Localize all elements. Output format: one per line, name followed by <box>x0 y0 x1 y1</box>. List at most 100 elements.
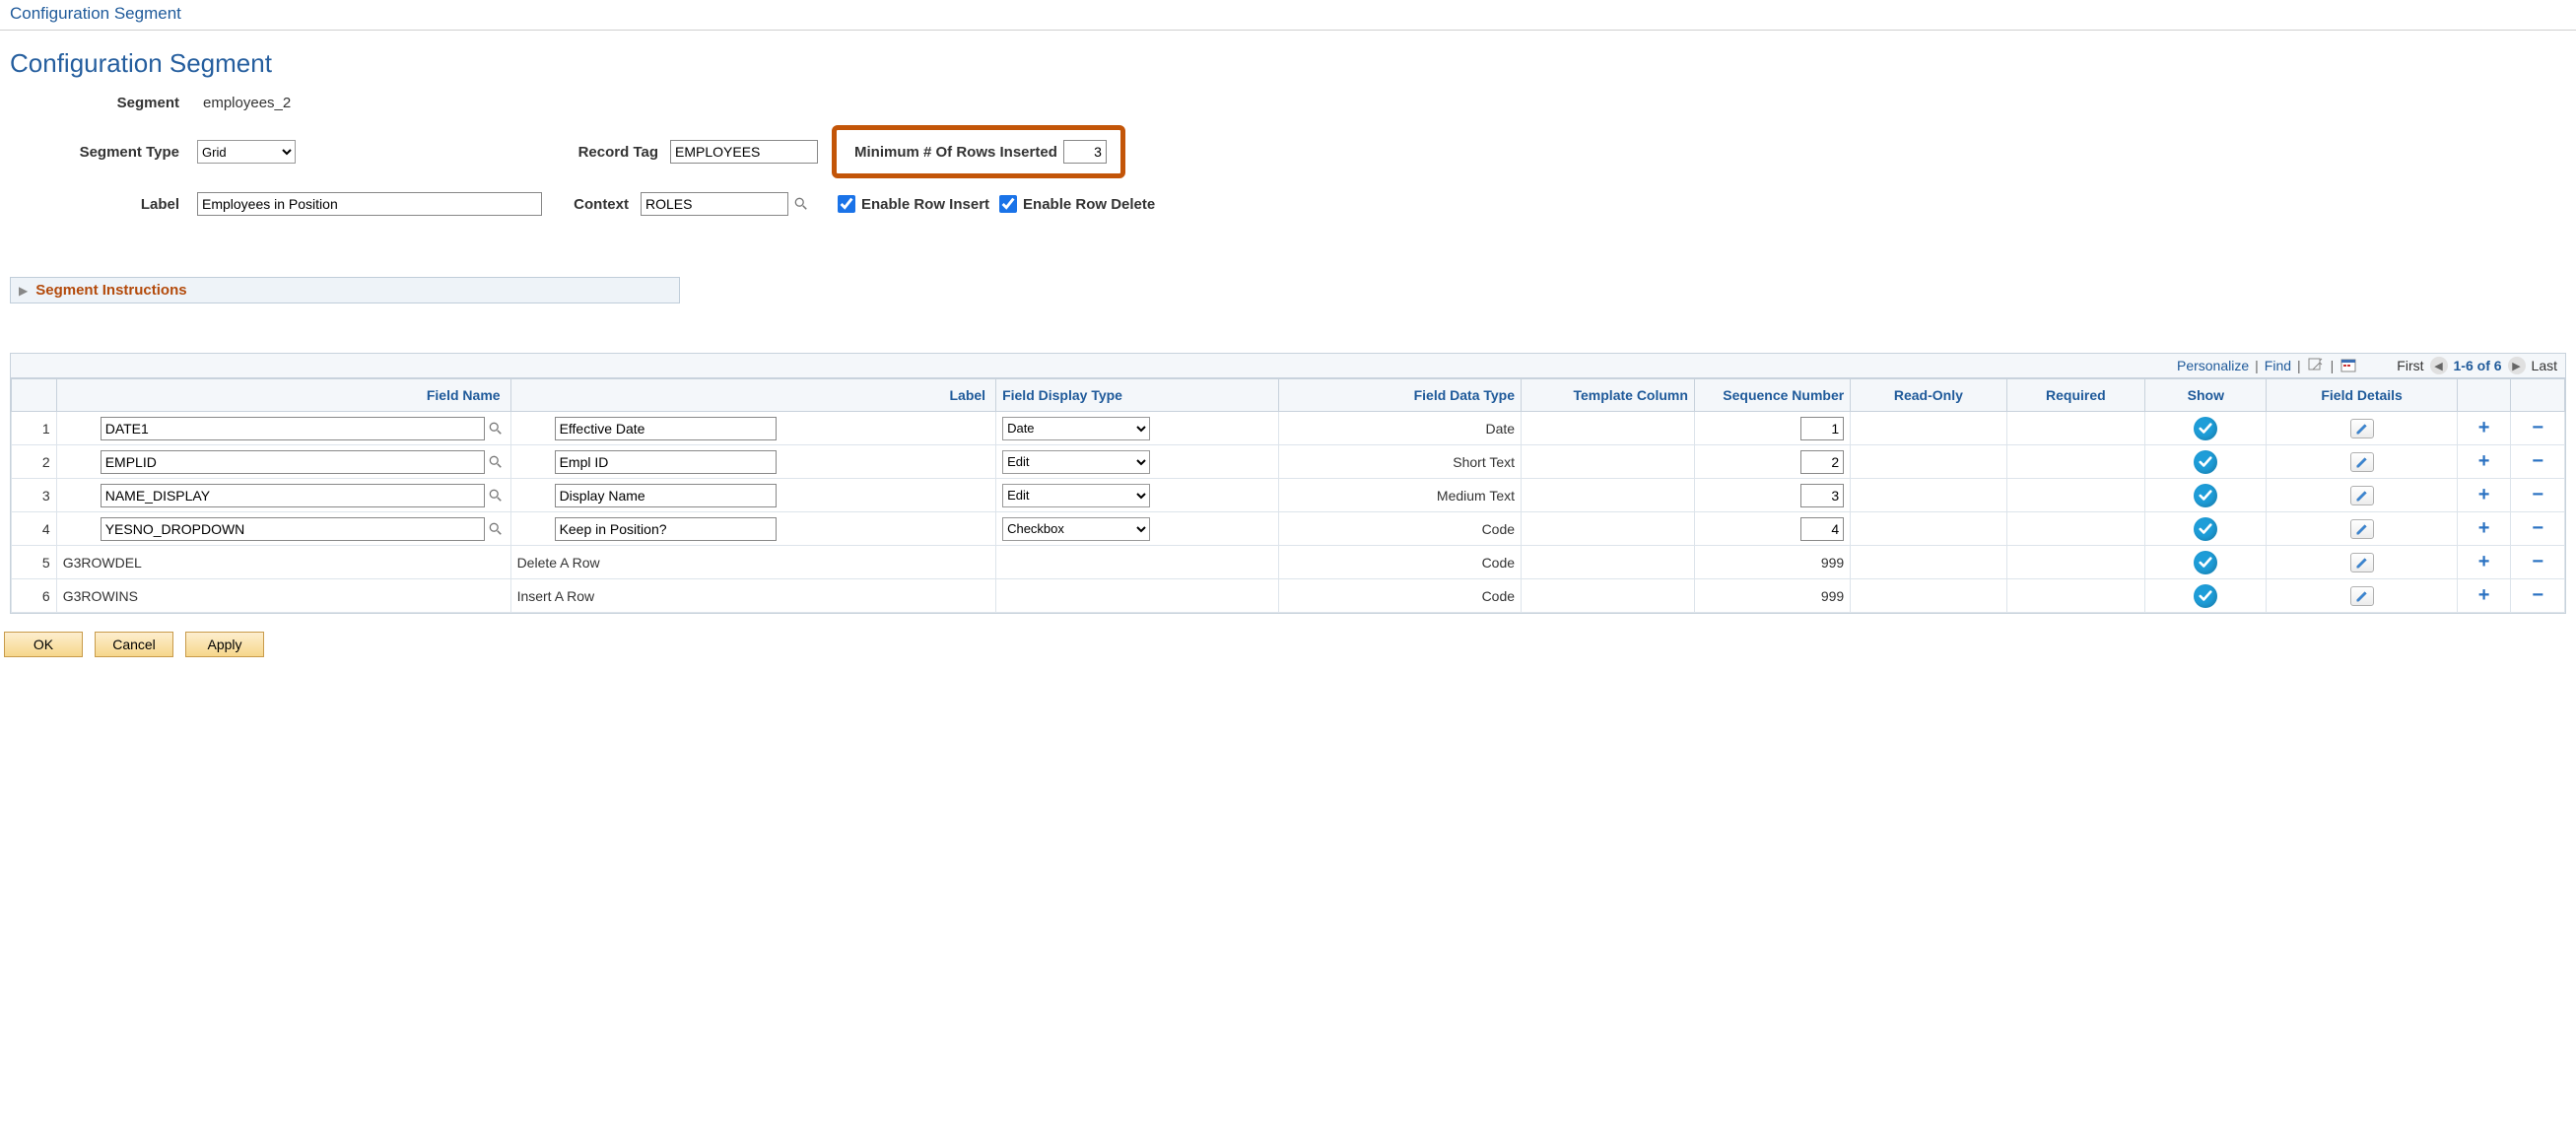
show-check-icon[interactable] <box>2194 484 2217 507</box>
row-number: 5 <box>12 546 57 579</box>
col-header-sequence[interactable]: Sequence Number <box>1694 379 1850 412</box>
sequence-input[interactable] <box>1800 517 1844 541</box>
row-label-input[interactable] <box>555 450 777 474</box>
enable-row-delete-wrap[interactable]: Enable Row Delete <box>995 192 1155 216</box>
row-label-input[interactable] <box>555 517 777 541</box>
add-row-button[interactable]: + <box>2475 420 2493 437</box>
field-details-button[interactable] <box>2350 486 2374 505</box>
row-label-input[interactable] <box>555 417 777 440</box>
sequence-input[interactable] <box>1800 417 1844 440</box>
add-row-cell: + <box>2457 546 2511 579</box>
show-check-icon[interactable] <box>2194 450 2217 474</box>
field-details-button[interactable] <box>2350 553 2374 572</box>
record-tag-input[interactable] <box>670 140 818 164</box>
field-name-lookup-icon[interactable] <box>487 419 505 438</box>
sequence-input[interactable] <box>1800 450 1844 474</box>
context-lookup-icon[interactable] <box>792 194 810 214</box>
add-row-button[interactable]: + <box>2475 487 2493 504</box>
page-title: Configuration Segment <box>0 31 2576 89</box>
context-input[interactable] <box>641 192 788 216</box>
field-name-cell <box>56 412 510 445</box>
first-label[interactable]: First <box>2397 358 2423 373</box>
delete-row-button[interactable]: − <box>2529 587 2546 605</box>
col-header-field-name[interactable]: Field Name <box>56 379 510 412</box>
row-label-input[interactable] <box>555 484 777 507</box>
add-row-button[interactable]: + <box>2475 453 2493 471</box>
template-column-cell <box>1522 445 1695 479</box>
template-column-cell <box>1522 412 1695 445</box>
field-details-button[interactable] <box>2350 586 2374 606</box>
col-header-label[interactable]: Label <box>510 379 996 412</box>
field-name-lookup-icon[interactable] <box>487 519 505 539</box>
field-name-lookup-icon[interactable] <box>487 486 505 505</box>
col-header-readonly[interactable]: Read-Only <box>1851 379 2006 412</box>
col-header-data-type[interactable]: Field Data Type <box>1278 379 1521 412</box>
field-details-button[interactable] <box>2350 452 2374 472</box>
find-link[interactable]: Find <box>2265 358 2291 373</box>
next-arrow-icon[interactable]: ▶ <box>2508 357 2526 374</box>
min-rows-input[interactable] <box>1063 140 1107 164</box>
field-name-cell: G3ROWDEL <box>56 546 510 579</box>
prev-arrow-icon[interactable]: ◀ <box>2430 357 2448 374</box>
col-header-template-column[interactable]: Template Column <box>1522 379 1695 412</box>
sequence-cell: 999 <box>1694 546 1850 579</box>
col-header-required[interactable]: Required <box>2006 379 2145 412</box>
show-check-icon[interactable] <box>2194 584 2217 608</box>
show-cell <box>2145 445 2267 479</box>
add-row-button[interactable]: + <box>2475 587 2493 605</box>
template-column-cell <box>1522 479 1695 512</box>
personalize-link[interactable]: Personalize <box>2177 358 2249 373</box>
delete-row-button[interactable]: − <box>2529 487 2546 504</box>
add-row-button[interactable]: + <box>2475 520 2493 538</box>
delete-row-button[interactable]: − <box>2529 520 2546 538</box>
segment-type-select[interactable]: Grid <box>197 140 296 164</box>
last-label[interactable]: Last <box>2532 358 2557 373</box>
cancel-button[interactable]: Cancel <box>95 632 173 657</box>
segment-instructions-collapse[interactable]: ▶ Segment Instructions <box>10 277 680 303</box>
enable-row-delete-checkbox[interactable] <box>999 195 1017 213</box>
label-cell: Insert A Row <box>510 579 996 613</box>
display-type-select[interactable]: Edit <box>1002 484 1150 507</box>
sequence-input[interactable] <box>1800 484 1844 507</box>
enable-row-insert-checkbox[interactable] <box>838 195 855 213</box>
field-name-input[interactable] <box>101 417 485 440</box>
show-check-icon[interactable] <box>2194 551 2217 574</box>
breadcrumb-link[interactable]: Configuration Segment <box>0 0 2576 31</box>
display-type-select[interactable]: Date <box>1002 417 1150 440</box>
sequence-cell <box>1694 512 1850 546</box>
field-name-input[interactable] <box>101 450 485 474</box>
zoom-icon[interactable] <box>2307 357 2325 374</box>
delete-row-button[interactable]: − <box>2529 554 2546 572</box>
delete-row-cell: − <box>2511 546 2565 579</box>
display-type-select[interactable]: Checkbox <box>1002 517 1150 541</box>
ok-button[interactable]: OK <box>4 632 83 657</box>
download-icon[interactable] <box>2339 357 2357 374</box>
show-check-icon[interactable] <box>2194 517 2217 541</box>
show-cell <box>2145 579 2267 613</box>
col-header-details[interactable]: Field Details <box>2267 379 2457 412</box>
field-details-button[interactable] <box>2350 419 2374 438</box>
apply-button[interactable]: Apply <box>185 632 264 657</box>
col-header-display-type[interactable]: Field Display Type <box>996 379 1279 412</box>
add-row-button[interactable]: + <box>2475 554 2493 572</box>
show-cell <box>2145 512 2267 546</box>
col-header-show[interactable]: Show <box>2145 379 2267 412</box>
display-type-select[interactable]: Edit <box>1002 450 1150 474</box>
show-check-icon[interactable] <box>2194 417 2217 440</box>
delete-row-button[interactable]: − <box>2529 453 2546 471</box>
record-tag-label: Record Tag <box>552 144 670 161</box>
field-name-input[interactable] <box>101 517 485 541</box>
delete-row-cell: − <box>2511 479 2565 512</box>
required-cell <box>2006 412 2145 445</box>
col-header-del <box>2511 379 2565 412</box>
field-name-lookup-icon[interactable] <box>487 452 505 472</box>
delete-row-cell: − <box>2511 445 2565 479</box>
field-name-input[interactable] <box>101 484 485 507</box>
table-row: 6G3ROWINSInsert A RowCode999+− <box>12 579 2565 613</box>
enable-row-insert-wrap[interactable]: Enable Row Insert <box>834 192 989 216</box>
row-number: 2 <box>12 445 57 479</box>
field-details-button[interactable] <box>2350 519 2374 539</box>
label-input[interactable] <box>197 192 542 216</box>
delete-row-button[interactable]: − <box>2529 420 2546 437</box>
data-type-cell: Code <box>1278 546 1521 579</box>
